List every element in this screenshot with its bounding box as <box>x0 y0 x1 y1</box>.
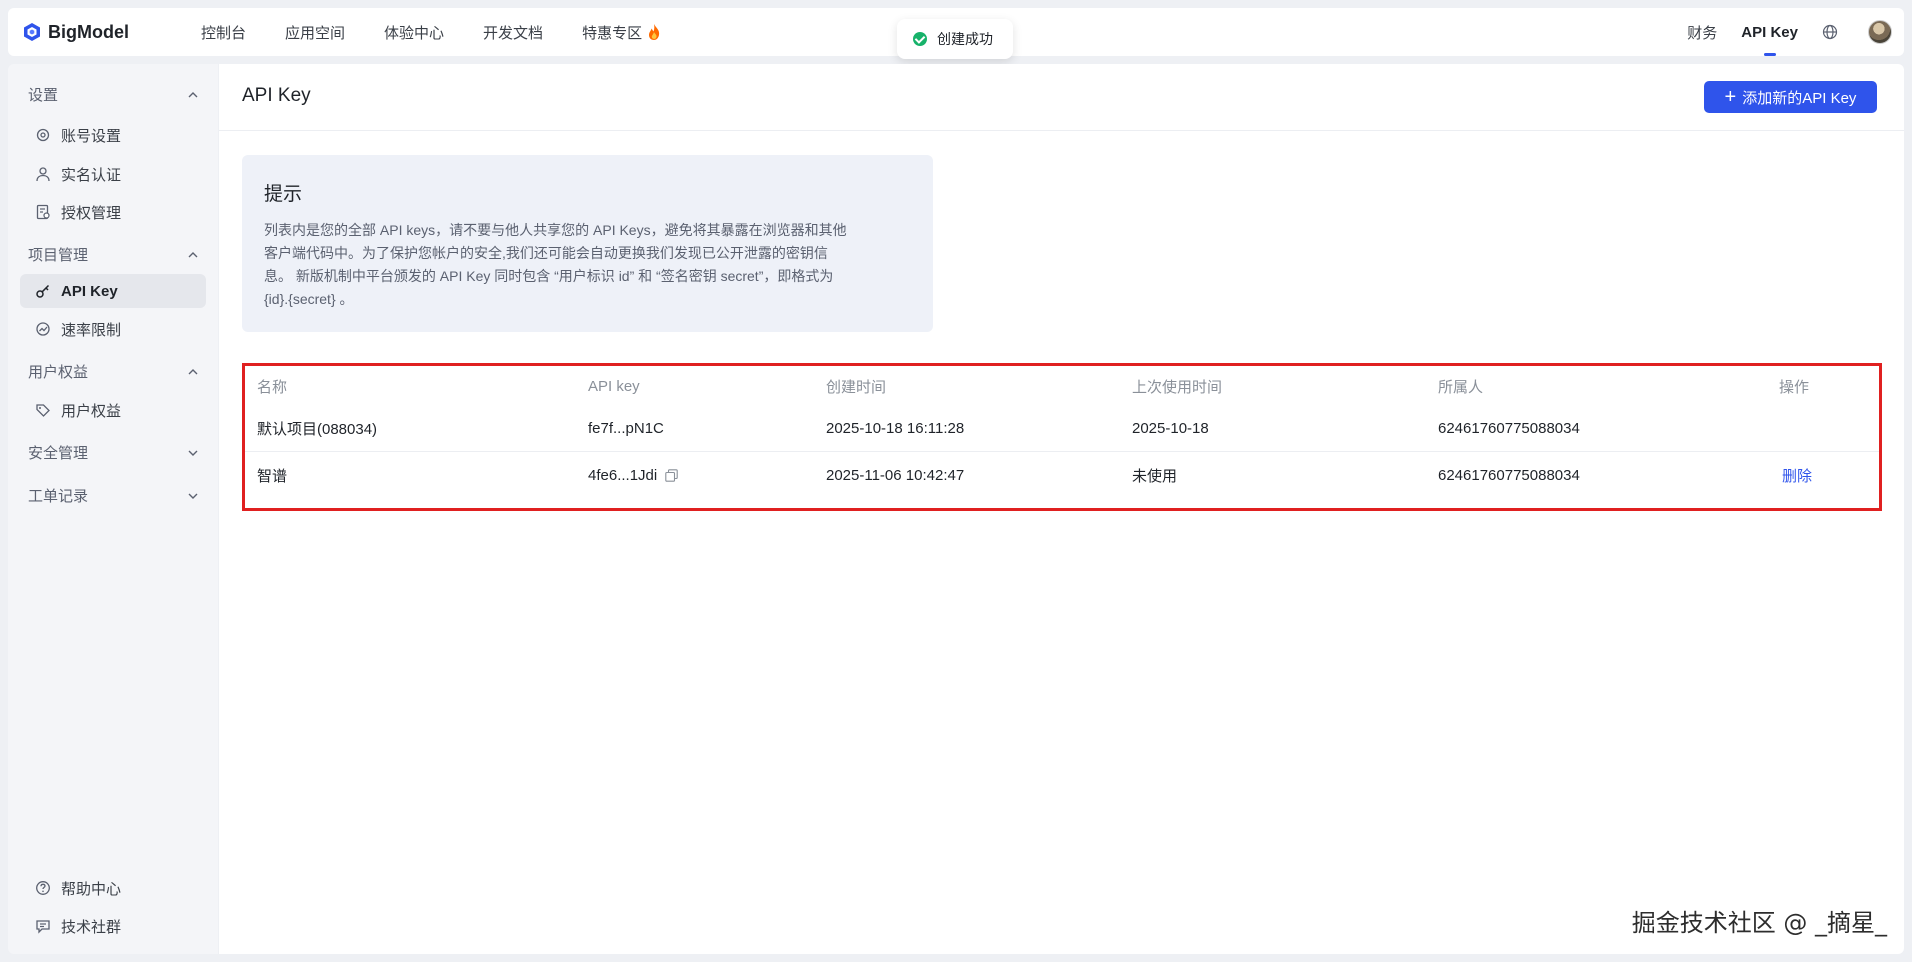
chevron-down-icon <box>188 450 198 456</box>
col-header-last-used: 上次使用时间 <box>1132 378 1223 396</box>
nav-special-offers[interactable]: 特惠专区 <box>582 22 661 43</box>
main-nav: 控制台 应用空间 体验中心 开发文档 特惠专区 <box>201 22 700 43</box>
tip-line: 列表内是您的全部 API keys，请不要与他人共享您的 API Keys，避免… <box>264 222 847 238</box>
nav-dev-docs[interactable]: 开发文档 <box>483 22 543 43</box>
tip-panel: 提示 列表内是您的全部 API keys，请不要与他人共享您的 API Keys… <box>242 155 933 332</box>
sidebar-item-label: 授权管理 <box>61 204 122 222</box>
sidebar-item-label: 用户权益 <box>61 402 122 420</box>
nav-right: 财务 API Key <box>1687 8 1904 56</box>
delete-link[interactable]: 删除 <box>1782 465 1812 486</box>
plus-icon: + <box>1724 86 1737 108</box>
sidebar-group-projects[interactable]: 项目管理 <box>28 244 200 265</box>
cell-created: 2025-10-18 16:11:28 <box>826 420 965 437</box>
sidebar-group-label: 工单记录 <box>28 488 89 505</box>
col-header-name: 名称 <box>257 378 288 396</box>
sidebar-item-label: API Key <box>61 282 118 300</box>
table-row: 默认项目(088034) fe7f...pN1C 2025-10-18 16:1… <box>245 406 1879 452</box>
cell-name: 默认项目(088034) <box>257 421 378 438</box>
sidebar-item-help-center[interactable]: 帮助中心 <box>20 871 206 905</box>
table-header-row: 名称 API key 创建时间 上次使用时间 所属人 操作 <box>245 366 1879 406</box>
sidebar-item-community[interactable]: 技术社群 <box>20 909 206 943</box>
brand-logo[interactable]: BigModel <box>22 22 172 43</box>
sidebar-group-label: 设置 <box>28 87 59 104</box>
col-header-created: 创建时间 <box>826 378 887 396</box>
chevron-down-icon <box>188 493 198 499</box>
main-content: API Key + 添加新的API Key 提示 列表内是您的全部 API ke… <box>219 64 1904 954</box>
cell-name: 智谱 <box>257 468 288 485</box>
sidebar: 设置 账号设置 实名认证 授权管理 项目管理 API Key 速率限制 用户权益… <box>8 64 218 954</box>
flame-icon <box>649 24 660 40</box>
sidebar-item-label: 实名认证 <box>61 166 122 184</box>
cell-api-key: fe7f...pN1C <box>588 420 664 437</box>
tag-icon <box>36 404 50 417</box>
sidebar-item-user-rights[interactable]: 用户权益 <box>20 393 206 427</box>
api-key-table: 名称 API key 创建时间 上次使用时间 所属人 操作 默认项目(08803… <box>242 363 1882 511</box>
page-title: API Key <box>242 85 311 106</box>
nav-special-offers-label: 特惠专区 <box>582 24 643 42</box>
gear-icon <box>36 128 50 142</box>
sidebar-item-real-name[interactable]: 实名认证 <box>20 157 206 191</box>
cell-owner: 62461760775088034 <box>1438 420 1580 437</box>
logo-icon <box>24 23 40 41</box>
col-header-api-key: API key <box>588 377 640 395</box>
user-icon <box>36 167 50 182</box>
col-header-action: 操作 <box>1779 378 1810 396</box>
chevron-up-icon <box>188 368 198 374</box>
sidebar-group-settings[interactable]: 设置 <box>28 84 200 105</box>
nav-console[interactable]: 控制台 <box>201 22 246 43</box>
add-api-key-button[interactable]: + 添加新的API Key <box>1704 81 1877 113</box>
avatar[interactable] <box>1868 20 1892 44</box>
sidebar-group-user-rights[interactable]: 用户权益 <box>28 361 200 382</box>
sidebar-group-label: 安全管理 <box>28 445 89 462</box>
sidebar-item-rate-limit[interactable]: 速率限制 <box>20 312 206 346</box>
sidebar-item-label: 速率限制 <box>61 321 122 339</box>
speed-icon <box>36 322 50 336</box>
sidebar-group-label: 项目管理 <box>28 247 89 264</box>
tip-line: 息。 新版机制中平台颁发的 API Key 同时包含 “用户标识 id” 和 “… <box>264 268 834 284</box>
sidebar-group-tickets[interactable]: 工单记录 <box>28 485 200 506</box>
table-row: 智谱 4fe6...1Jdi 2025-11-06 10:42:47 未使用 6… <box>245 452 1879 499</box>
nav-finance[interactable]: 财务 <box>1687 8 1717 56</box>
sidebar-item-authorization[interactable]: 授权管理 <box>20 195 206 229</box>
cell-last-used: 2025-10-18 <box>1132 420 1209 437</box>
key-icon <box>36 284 50 298</box>
add-api-key-label: 添加新的API Key <box>1742 89 1857 107</box>
success-toast: 创建成功 <box>897 19 1013 59</box>
header-divider <box>219 130 1904 131</box>
brand-name: BigModel <box>48 21 129 42</box>
sidebar-group-label: 用户权益 <box>28 364 89 381</box>
nav-experience-center[interactable]: 体验中心 <box>384 22 444 43</box>
sidebar-item-account-settings[interactable]: 账号设置 <box>20 118 206 152</box>
cell-last-used: 未使用 <box>1132 468 1178 485</box>
chat-icon <box>36 920 50 934</box>
cell-api-key: 4fe6...1Jdi <box>588 467 658 484</box>
tip-line: {id}.{secret} 。 <box>264 291 354 307</box>
sidebar-item-api-key[interactable]: API Key <box>20 274 206 308</box>
cell-created: 2025-11-06 10:42:47 <box>826 467 965 484</box>
check-circle-icon <box>913 32 927 46</box>
chevron-up-icon <box>188 91 198 97</box>
help-icon <box>36 881 50 895</box>
tip-line: 客户端代码中。为了保护您帐户的安全,我们还可能会自动更换我们发现已公开泄露的密钥… <box>264 245 828 261</box>
chevron-up-icon <box>188 251 198 257</box>
cell-owner: 62461760775088034 <box>1438 467 1580 484</box>
sidebar-item-label: 帮助中心 <box>61 880 122 898</box>
tip-title: 提示 <box>264 184 303 205</box>
col-header-owner: 所属人 <box>1438 378 1484 396</box>
tip-body: 列表内是您的全部 API keys，请不要与他人共享您的 API Keys，避免… <box>264 219 911 311</box>
toast-text: 创建成功 <box>937 31 993 47</box>
nav-api-key[interactable]: API Key <box>1741 8 1798 56</box>
cell-api-key-wrap: 4fe6...1Jdi <box>588 467 678 484</box>
watermark: 掘金技术社区 @ _摘星_ <box>1631 909 1887 937</box>
copy-icon[interactable] <box>665 469 678 482</box>
globe-icon[interactable] <box>1822 24 1838 40</box>
sidebar-item-label: 技术社群 <box>61 918 122 936</box>
document-icon <box>36 204 50 220</box>
sidebar-item-label: 账号设置 <box>61 127 122 145</box>
nav-app-space[interactable]: 应用空间 <box>285 22 345 43</box>
sidebar-group-security[interactable]: 安全管理 <box>28 442 200 463</box>
